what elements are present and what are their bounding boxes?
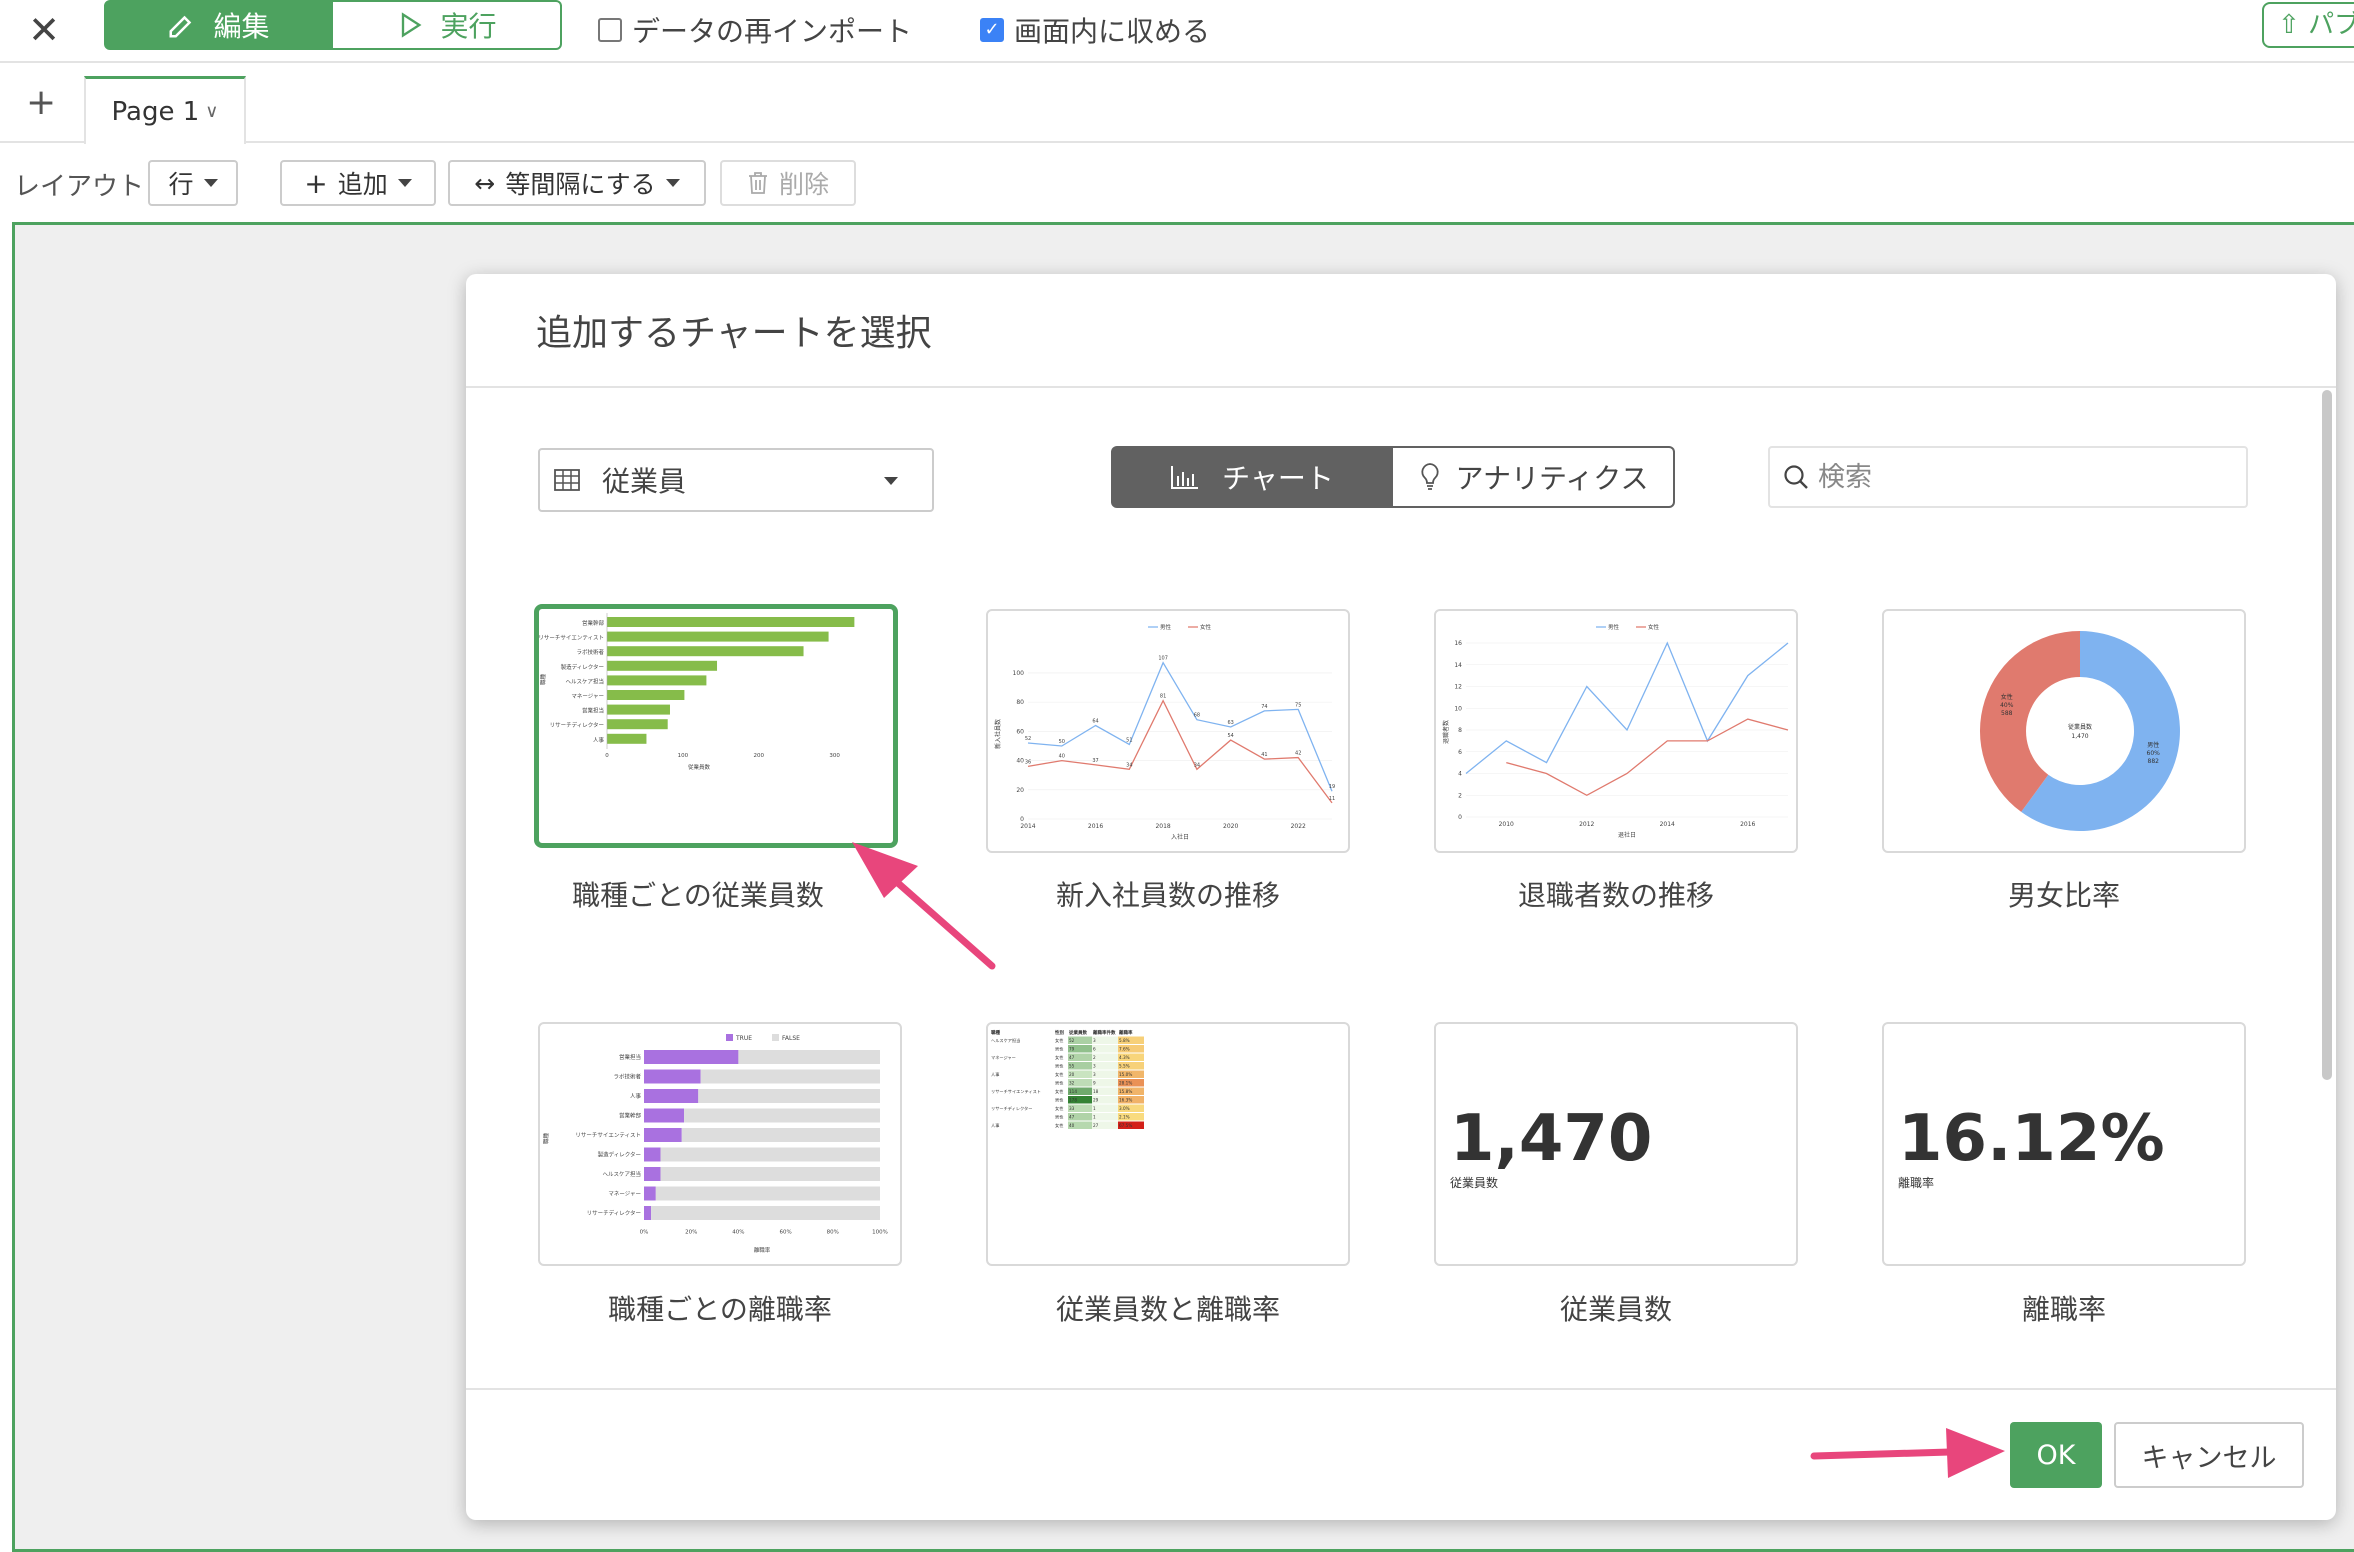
arrow-to-ok-button [1810,1428,2005,1478]
arrow-to-first-card [852,842,996,970]
annotation-arrows [852,842,2005,1478]
